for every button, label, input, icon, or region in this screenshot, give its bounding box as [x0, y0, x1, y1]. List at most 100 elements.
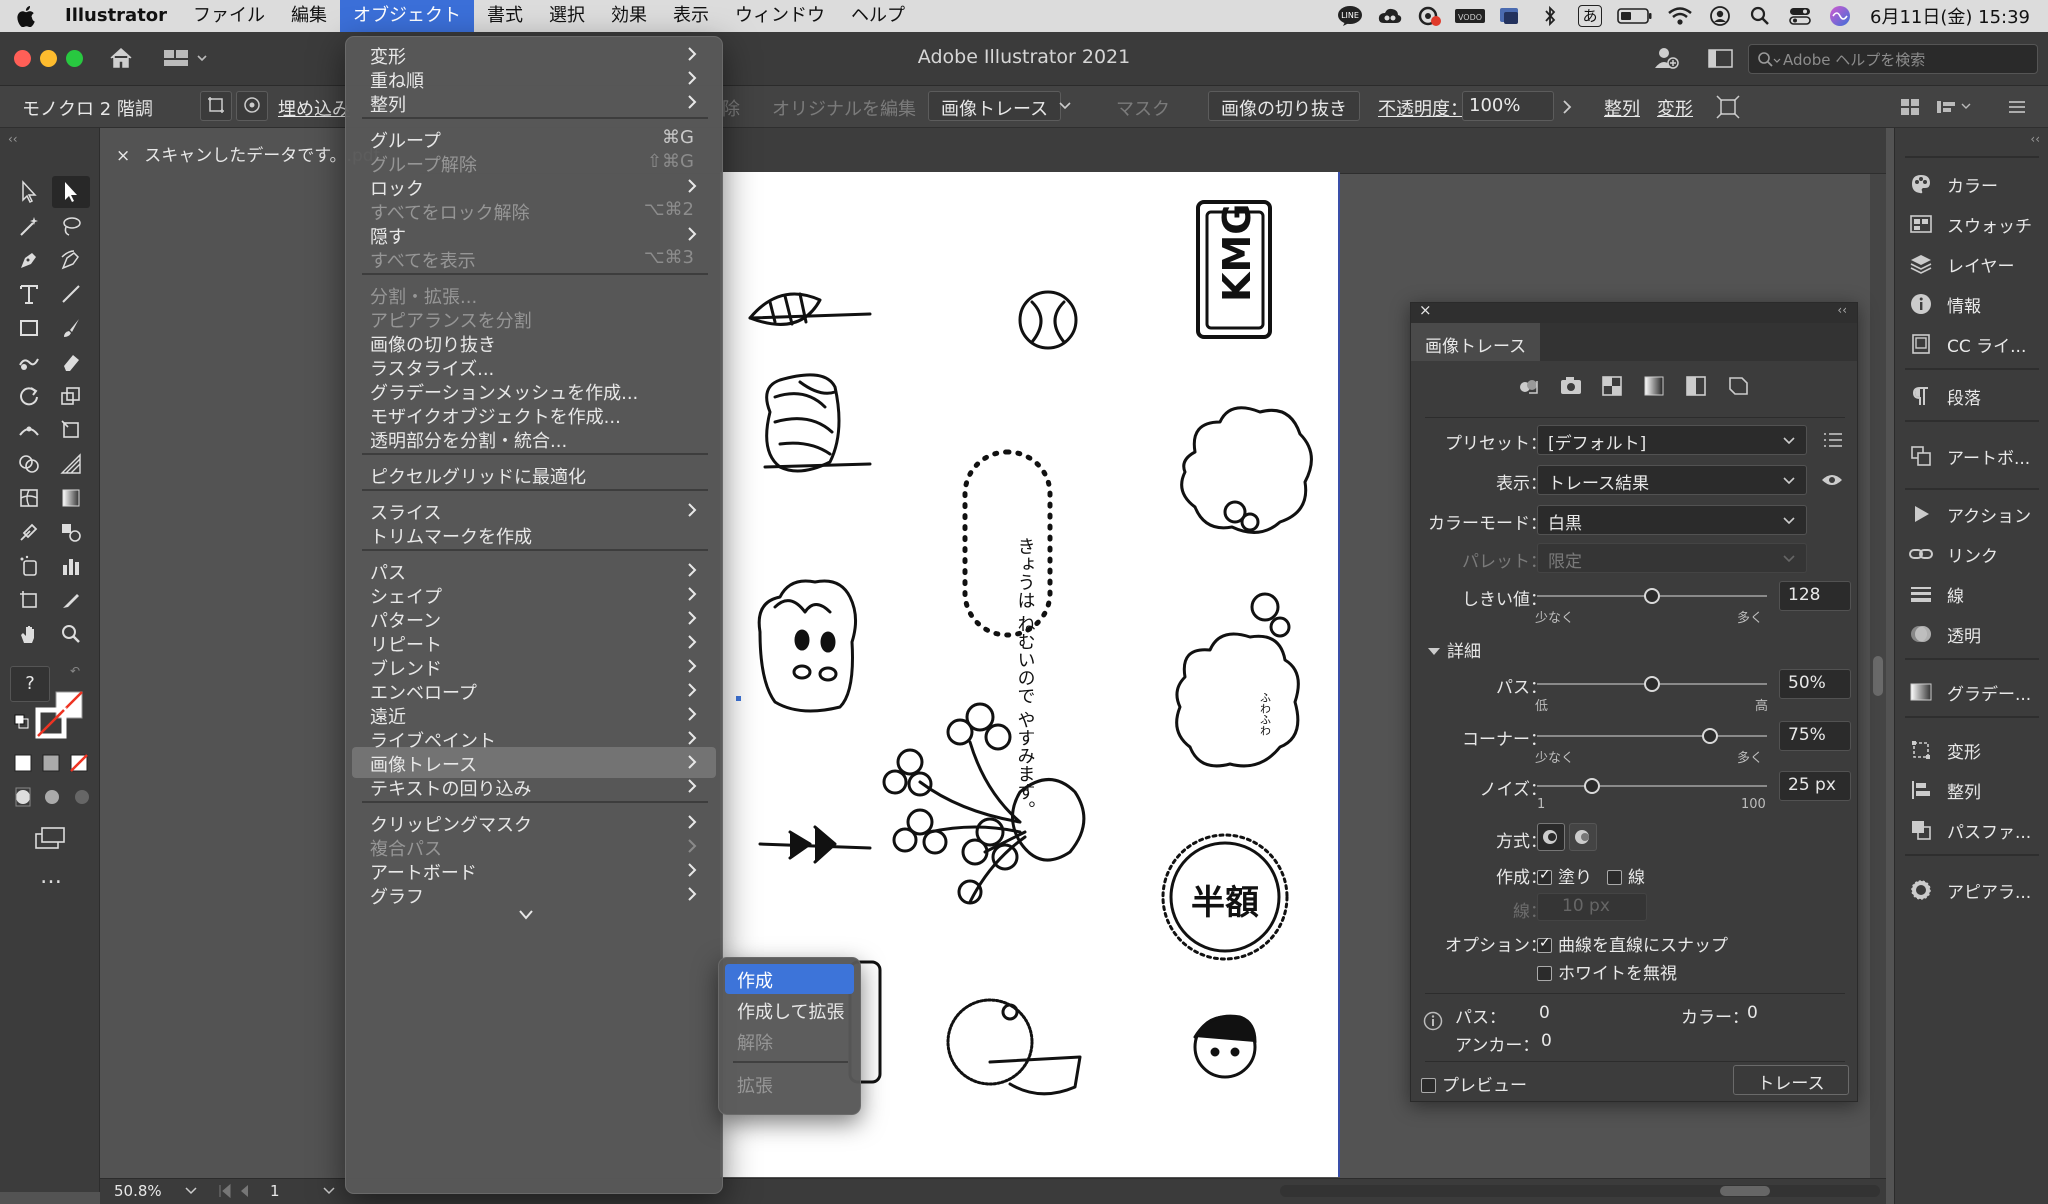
- free-transform-tool-icon[interactable]: [52, 414, 90, 446]
- target-icon[interactable]: [236, 91, 268, 121]
- paintbrush-tool-icon[interactable]: [52, 312, 90, 344]
- object-menu-item[interactable]: トリムマークを作成: [352, 519, 716, 550]
- ignore-white-checkbox[interactable]: ホワイトを無視: [1537, 959, 1677, 984]
- apple-menu-icon[interactable]: [0, 5, 52, 27]
- first-artboard-icon[interactable]: [218, 1183, 254, 1199]
- selection-tool-icon[interactable]: [10, 176, 48, 208]
- symbol-sprayer-tool-icon[interactable]: [10, 550, 48, 582]
- black-white-preset-icon[interactable]: [1685, 375, 1709, 397]
- vpn-icon[interactable]: [1490, 0, 1530, 32]
- threshold-slider-thumb[interactable]: [1644, 588, 1660, 604]
- dock-actions[interactable]: アクション: [1909, 496, 2031, 532]
- method-abutting-button[interactable]: [1537, 823, 1565, 851]
- perspective-grid-tool-icon[interactable]: [52, 448, 90, 480]
- trace-preset-dropdown-icon[interactable]: [1058, 101, 1072, 111]
- stroke-checkbox[interactable]: 線: [1607, 863, 1645, 888]
- corners-input[interactable]: 75%: [1779, 721, 1851, 751]
- threshold-slider[interactable]: [1537, 588, 1767, 604]
- eyedropper-tool-icon[interactable]: [10, 516, 48, 548]
- opacity-input[interactable]: 100%: [1462, 91, 1554, 121]
- mode-select[interactable]: 白黒: [1537, 505, 1807, 535]
- object-menu-item[interactable]: 透明部分を分割・統合...: [352, 423, 716, 454]
- noise-slider[interactable]: [1537, 778, 1767, 794]
- grayscale-preset-icon[interactable]: [1643, 375, 1667, 397]
- dock-artboards[interactable]: アートボ...: [1909, 438, 2030, 474]
- image-trace-tab[interactable]: 画像トレース: [1411, 323, 1541, 361]
- opacity-label[interactable]: 不透明度：: [1378, 95, 1468, 121]
- document-tab-close-icon[interactable]: ×: [116, 146, 130, 166]
- control-center-icon[interactable]: [1780, 0, 1820, 32]
- checkbox-box[interactable]: [1421, 1078, 1436, 1093]
- image-trace-submenu-item[interactable]: 作成: [725, 964, 854, 994]
- low-color-preset-icon[interactable]: [1601, 375, 1625, 397]
- dock-stroke[interactable]: 線: [1909, 576, 1964, 612]
- threshold-input[interactable]: 128: [1779, 581, 1851, 611]
- lasso-tool-icon[interactable]: [52, 210, 90, 242]
- preview-checkbox[interactable]: プレビュー: [1421, 1071, 1527, 1096]
- preset-menu-icon[interactable]: [1823, 432, 1843, 448]
- swap-colors-icon[interactable]: ↶: [70, 664, 80, 678]
- gradient-tool-icon[interactable]: [52, 482, 90, 514]
- menubar-view[interactable]: 表示: [660, 0, 722, 32]
- zoom-level[interactable]: 50.8%: [114, 1182, 162, 1200]
- dock-info[interactable]: 情報: [1909, 286, 1981, 322]
- drawing-modes-icon[interactable]: [12, 786, 92, 808]
- preset-select[interactable]: [デフォルト]: [1537, 425, 1807, 455]
- dock-align[interactable]: 整列: [1909, 772, 1981, 808]
- image-trace-submenu-item[interactable]: 作成して拡張: [725, 995, 854, 1025]
- dock-cc-libraries[interactable]: CC ライ...: [1909, 326, 2026, 362]
- vertical-scrollbar[interactable]: [1870, 174, 1886, 1178]
- vodo-icon[interactable]: VODO: [1450, 0, 1490, 32]
- checkbox-box[interactable]: [1537, 867, 1552, 885]
- paths-input[interactable]: 50%: [1779, 669, 1851, 699]
- dock-transparency[interactable]: 透明: [1909, 616, 1981, 652]
- curvature-tool-icon[interactable]: [52, 244, 90, 276]
- wifi-icon[interactable]: [1660, 0, 1700, 32]
- eraser-tool-icon[interactable]: [52, 346, 90, 378]
- fill-checkbox[interactable]: 塗り: [1537, 863, 1592, 888]
- zoom-dropdown-icon[interactable]: [184, 1181, 198, 1199]
- magic-wand-tool-icon[interactable]: [10, 210, 48, 242]
- screen-record-icon[interactable]: [1410, 0, 1450, 32]
- opacity-chevron-right-icon[interactable]: [1560, 98, 1574, 116]
- siri-icon[interactable]: [1820, 0, 1860, 32]
- default-colors-icon[interactable]: [14, 714, 30, 730]
- user-icon[interactable]: [1700, 0, 1740, 32]
- mesh-tool-icon[interactable]: [10, 482, 48, 514]
- menubar-effect[interactable]: 効果: [598, 0, 660, 32]
- input-method-icon[interactable]: あ: [1570, 0, 1610, 32]
- rotate-tool-icon[interactable]: [10, 380, 48, 412]
- pen-tool-icon[interactable]: [10, 244, 48, 276]
- dock-appearance[interactable]: アピアラ...: [1909, 872, 2031, 908]
- edit-toolbar-icon[interactable]: …: [40, 864, 62, 889]
- battery-icon[interactable]: [1610, 0, 1660, 32]
- isolate-icon[interactable]: [1716, 95, 1740, 119]
- menu-scroll-down-icon[interactable]: [518, 909, 534, 921]
- artboard-number[interactable]: 1: [270, 1182, 280, 1200]
- high-color-preset-icon[interactable]: [1559, 375, 1583, 397]
- line-icon[interactable]: LINE: [1330, 0, 1370, 32]
- screen-mode-icon[interactable]: [34, 826, 66, 850]
- zoom-tool-icon[interactable]: [52, 618, 90, 650]
- line-segment-tool-icon[interactable]: [52, 278, 90, 310]
- checkbox-box[interactable]: [1607, 870, 1622, 885]
- object-menu-item[interactable]: 整列: [352, 87, 716, 118]
- arrange-documents-icon[interactable]: [1900, 98, 1922, 116]
- scale-tool-icon[interactable]: [52, 380, 90, 412]
- menubar-clock[interactable]: 6月11日(金) 15:39: [1860, 3, 2048, 29]
- edit-original-button[interactable]: オリジナルを編集: [772, 95, 916, 121]
- toolbar-collapse-icon[interactable]: ‹‹: [8, 132, 18, 146]
- outline-preset-icon[interactable]: [1727, 375, 1751, 397]
- corners-slider-thumb[interactable]: [1701, 728, 1718, 744]
- dock-pathfinder[interactable]: パスファ...: [1909, 812, 2031, 848]
- transform-button[interactable]: 変形: [1657, 95, 1693, 121]
- bluetooth-icon[interactable]: [1530, 0, 1570, 32]
- method-overlapping-button[interactable]: [1569, 823, 1597, 851]
- crop-frame-icon[interactable]: [200, 91, 232, 121]
- dock-color[interactable]: カラー: [1909, 166, 1998, 202]
- help-search-input[interactable]: Adobe ヘルプを検索: [1748, 44, 2038, 74]
- view-select[interactable]: トレース結果: [1537, 465, 1807, 495]
- noise-input[interactable]: 25 px: [1779, 771, 1851, 801]
- embed-button[interactable]: 埋め込み: [278, 95, 350, 121]
- image-trace-submenu-item[interactable]: 解除: [725, 1026, 854, 1056]
